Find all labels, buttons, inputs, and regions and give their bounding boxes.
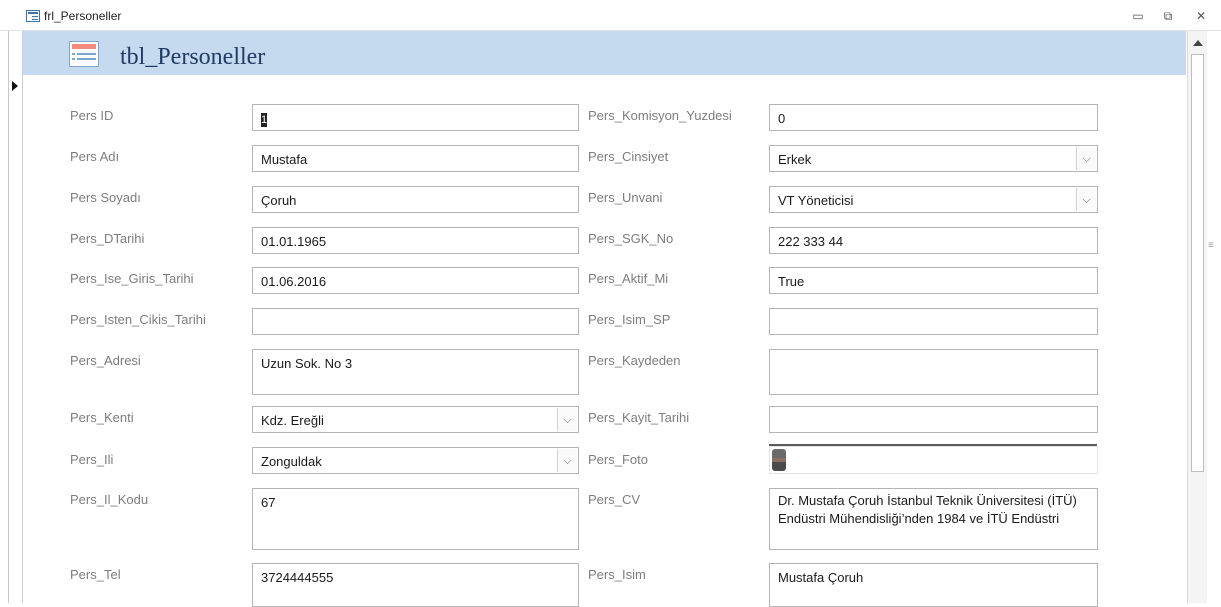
pers-tel-field[interactable]: 3724444555 <box>252 563 579 607</box>
pers-isim-sp-field[interactable] <box>769 308 1098 335</box>
field-label: Pers_Isim_SP <box>588 312 671 327</box>
form-title: tbl_Personeller <box>120 44 266 70</box>
field-value: 01.06.2016 <box>261 274 327 289</box>
field-value: 3724444555 <box>261 570 334 585</box>
field-label: Pers_Ili <box>70 452 114 467</box>
field-label: Pers_Kaydeden <box>588 353 681 368</box>
field-label: Pers_Adresi <box>70 353 141 368</box>
field-label: Pers_Isten_Cikis_Tarihi <box>70 312 206 327</box>
pers-aktif-mi-field[interactable]: True <box>769 267 1098 294</box>
pers-il-kodu-field[interactable]: 67 <box>252 488 579 550</box>
scroll-up-icon[interactable] <box>1193 40 1203 46</box>
chevron-down-icon[interactable]: ⌵ <box>1076 188 1096 211</box>
field-value: 0 <box>778 111 786 126</box>
pers-adresi-field[interactable]: Uzun Sok. No 3 <box>252 349 579 395</box>
restore-button[interactable]: ⧉ <box>1157 7 1179 25</box>
pers-isim-field[interactable]: Mustafa Çoruh <box>769 563 1098 607</box>
current-record-arrow-icon <box>12 81 18 91</box>
field-label: Pers_Aktif_Mi <box>588 271 669 286</box>
pers-kayit-tarihi-field[interactable] <box>769 406 1098 433</box>
pers-kaydeden-field[interactable] <box>769 349 1098 395</box>
field-label: Pers_Il_Kodu <box>70 492 149 507</box>
field-label: Pers_Kenti <box>70 410 134 425</box>
field-label: Pers_SGK_No <box>588 231 674 246</box>
scrollbar-thumb[interactable] <box>1191 54 1204 472</box>
field-label: Pers_Tel <box>70 567 121 582</box>
field-label: Pers_Komisyon_Yuzdesi <box>588 108 732 123</box>
chevron-down-icon[interactable]: ⌵ <box>557 408 577 431</box>
pers-ise-giris-tarihi-field[interactable]: 01.06.2016 <box>252 267 579 294</box>
pers-sgk-no-field[interactable]: 222 333 44 <box>769 227 1098 254</box>
field-value: Uzun Sok. No 3 <box>261 356 353 371</box>
field-value: Mustafa Çoruh <box>778 570 864 585</box>
field-value: 1 <box>261 112 268 127</box>
vertical-scrollbar[interactable] <box>1187 31 1207 603</box>
field-value: 222 333 44 <box>778 234 844 249</box>
window-titlebar: frl_Personeller ▭ ⧉ ✕ <box>0 0 1221 31</box>
form-header: tbl_Personeller <box>23 31 1186 75</box>
field-label: Pers_Unvani <box>588 190 663 205</box>
pers-komisyon-yuzdesi-field[interactable]: 0 <box>769 104 1098 131</box>
window-title: frl_Personeller <box>44 9 122 23</box>
pers-isten-cikis-tarihi-field[interactable] <box>252 308 579 335</box>
form-icon <box>69 41 99 67</box>
field-label: Pers ID <box>70 108 114 123</box>
pers-dtarihi-field[interactable]: 01.01.1965 <box>252 227 579 254</box>
field-label: Pers_Ise_Giris_Tarihi <box>70 271 194 286</box>
field-label: Pers_CV <box>588 492 641 507</box>
minimize-button[interactable]: ▭ <box>1127 7 1149 25</box>
pers-kenti-combo[interactable]: Kdz. Ereğli ⌵ <box>252 406 579 433</box>
pers-soyadi-field[interactable]: Çoruh <box>252 186 579 213</box>
form-icon <box>26 10 40 22</box>
field-label: Pers_Foto <box>588 452 648 467</box>
field-value: True <box>778 274 805 289</box>
pers-cinsiyet-combo[interactable]: Erkek ⌵ <box>769 145 1098 172</box>
pers-unvani-combo[interactable]: VT Yöneticisi ⌵ <box>769 186 1098 213</box>
field-label: Pers_Cinsiyet <box>588 149 669 164</box>
field-label: Pers_DTarihi <box>70 231 145 246</box>
field-value: 67 <box>261 495 276 510</box>
field-label: Pers Soyadı <box>70 190 141 205</box>
field-value: Çoruh <box>261 193 297 208</box>
chevron-down-icon[interactable]: ⌵ <box>1076 147 1096 170</box>
pers-foto-field[interactable] <box>769 446 1098 474</box>
pers-cv-field[interactable]: Dr. Mustafa Çoruh İstanbul Teknik Üniver… <box>769 488 1098 550</box>
field-label: Pers Adı <box>70 149 120 164</box>
field-value: Zonguldak <box>261 454 322 469</box>
field-value: Dr. Mustafa Çoruh İstanbul Teknik Üniver… <box>778 493 1077 526</box>
field-value: 01.01.1965 <box>261 234 327 249</box>
chevron-down-icon[interactable]: ⌵ <box>557 449 577 472</box>
field-label: Pers_Isim <box>588 567 646 582</box>
pers-adi-field[interactable]: Mustafa <box>252 145 579 172</box>
pers-ili-combo[interactable]: Zonguldak ⌵ <box>252 447 579 474</box>
resize-grip-icon[interactable]: ≡ <box>1208 240 1216 251</box>
field-value: Erkek <box>778 152 812 167</box>
person-photo-icon <box>772 449 786 471</box>
field-value: Mustafa <box>261 152 308 167</box>
field-value: VT Yöneticisi <box>778 193 854 208</box>
field-label: Pers_Kayit_Tarihi <box>588 410 690 425</box>
pers-id-field[interactable]: 1 <box>252 104 579 131</box>
record-selector[interactable] <box>9 31 23 603</box>
field-value: Kdz. Ereğli <box>261 413 324 428</box>
close-button[interactable]: ✕ <box>1190 7 1212 25</box>
